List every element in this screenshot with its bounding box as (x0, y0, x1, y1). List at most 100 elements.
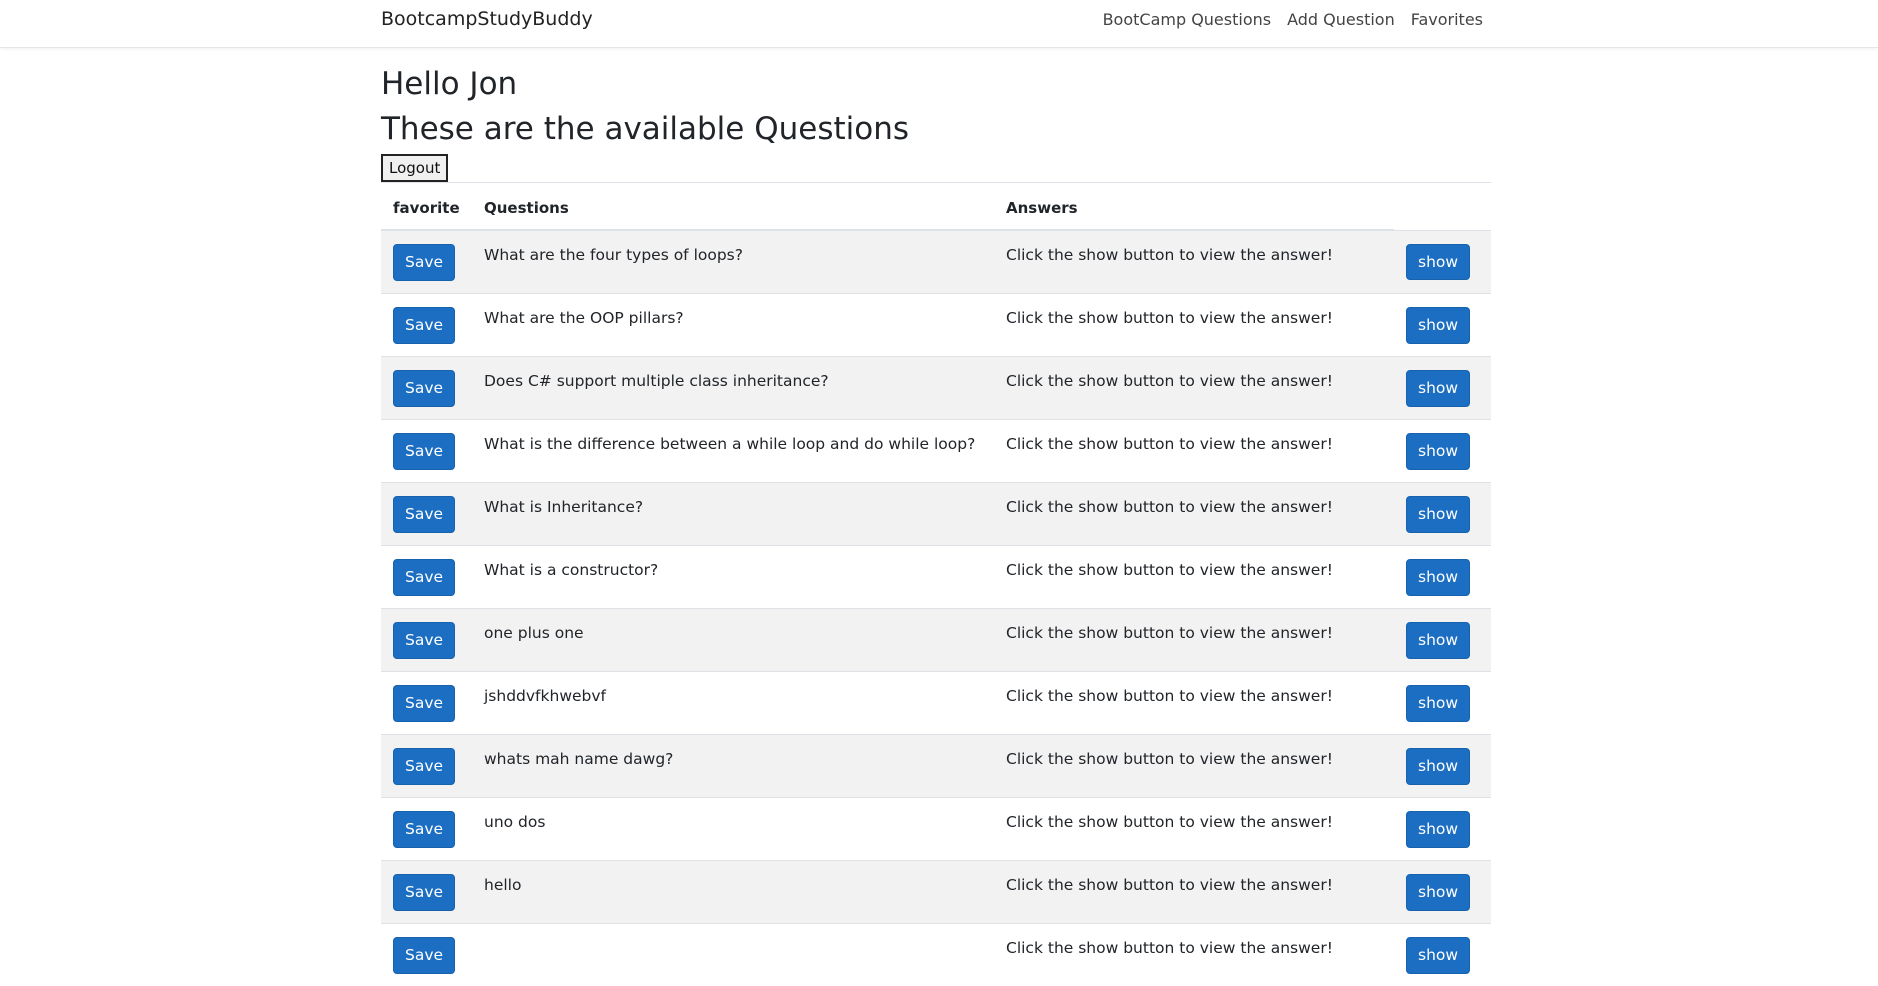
question-text: What are the four types of loops? (472, 229, 994, 294)
question-text: Does C# support multiple class inheritan… (472, 356, 994, 420)
favorite-cell: Save (381, 860, 472, 924)
save-button[interactable]: Save (393, 685, 456, 722)
nav-link-bootcamp-questions[interactable]: BootCamp Questions (1103, 10, 1272, 29)
show-answer-button[interactable]: show (1406, 937, 1471, 974)
show-cell: show (1394, 671, 1491, 735)
header-questions: Questions (472, 182, 994, 232)
question-text: jshddvfkhwebvf (472, 671, 994, 735)
question-text: What are the OOP pillars? (472, 293, 994, 357)
save-button[interactable]: Save (393, 244, 456, 281)
show-cell: show (1394, 608, 1491, 672)
table-row: Save What is a constructor? Click the show… (381, 545, 1491, 609)
show-answer-button[interactable]: show (1406, 370, 1471, 407)
answer-text: Click the show button to view the answer… (994, 923, 1394, 986)
favorite-cell: Save (381, 608, 472, 672)
show-answer-button[interactable]: show (1406, 496, 1471, 533)
save-button[interactable]: Save (393, 307, 456, 344)
save-button[interactable]: Save (393, 874, 456, 911)
show-cell: show (1394, 860, 1491, 924)
header-actions (1394, 183, 1491, 231)
question-text: one plus one (472, 608, 994, 672)
question-text: whats mah name dawg? (472, 734, 994, 798)
save-button[interactable]: Save (393, 622, 456, 659)
show-cell: show (1394, 419, 1491, 483)
answer-text: Click the show button to view the answer… (994, 293, 1394, 357)
save-button[interactable]: Save (393, 370, 456, 407)
answer-text: Click the show button to view the answer… (994, 860, 1394, 924)
table-row: Save What is the difference between a whi… (381, 419, 1491, 483)
answer-text: Click the show button to view the answer… (994, 482, 1394, 546)
nav-link-add-question[interactable]: Add Question (1287, 10, 1395, 29)
favorite-cell: Save (381, 923, 472, 986)
table-row: Save What are the four types of loops? Cli… (381, 229, 1491, 294)
show-answer-button[interactable]: show (1406, 243, 1471, 281)
show-answer-button[interactable]: show (1406, 559, 1471, 596)
show-answer-button[interactable]: show (1406, 433, 1471, 470)
answer-text: Click the show button to view the answer… (994, 797, 1394, 861)
header-answers: Answers (994, 182, 1394, 232)
table-row: Save Does C# support multiple class inher… (381, 356, 1491, 420)
favorite-cell: Save (381, 671, 472, 735)
answer-text: Click the show button to view the answer… (994, 356, 1394, 420)
save-button[interactable]: Save (393, 811, 456, 848)
show-cell: show (1394, 293, 1491, 357)
show-answer-button[interactable]: show (1406, 622, 1471, 659)
nav-link-favorites[interactable]: Favorites (1411, 10, 1483, 29)
answer-text: Click the show button to view the answer… (994, 545, 1394, 609)
show-answer-button[interactable]: show (1406, 811, 1471, 848)
page-title: These are the available Questions (381, 111, 910, 148)
favorite-cell: Save (381, 734, 472, 798)
table-row: Save uno dos Click the show button to view… (381, 797, 1491, 861)
question-text: hello (472, 860, 994, 924)
logout-button[interactable]: Logout (381, 154, 449, 183)
show-answer-button[interactable]: show (1406, 307, 1471, 344)
answer-text: Click the show button to view the answer… (994, 671, 1394, 735)
table-row: Save What is Inheritance? Click the show b… (381, 482, 1491, 546)
favorite-cell: Save (381, 482, 472, 546)
main-content: Hello Jon These are the available Questi… (381, 47, 1491, 986)
answer-text: Click the show button to view the answer… (994, 229, 1394, 294)
favorite-cell: Save (381, 229, 472, 294)
nav-links: BootCamp Questions Add Question Favorite… (1103, 10, 1483, 29)
brand-link[interactable]: BootcampStudyBuddy (381, 8, 593, 30)
show-cell: show (1394, 545, 1491, 609)
table-row: Save Click the show button to view the an… (381, 923, 1491, 986)
show-answer-button[interactable]: show (1406, 748, 1471, 785)
save-button[interactable]: Save (393, 559, 456, 596)
table-row: Save one plus one Click the show button to… (381, 608, 1491, 672)
top-navbar: BootcampStudyBuddy BootCamp Questions Ad… (0, 0, 1878, 48)
favorite-cell: Save (381, 356, 472, 420)
favorite-cell: Save (381, 797, 472, 861)
show-cell: show (1394, 482, 1491, 546)
table-body: Save What are the four types of loops? Cli… (381, 229, 1491, 986)
favorite-cell: Save (381, 419, 472, 483)
question-text: What is the difference between a while l… (472, 419, 994, 483)
save-button[interactable]: Save (393, 496, 456, 533)
answer-text: Click the show button to view the answer… (994, 608, 1394, 672)
show-cell: show (1394, 356, 1491, 420)
table-row: Save whats mah name dawg? Click the show b… (381, 734, 1491, 798)
show-cell: show (1394, 797, 1491, 861)
table-row: Save What are the OOP pillars? Click the s… (381, 293, 1491, 357)
show-cell: show (1394, 923, 1491, 986)
question-text: What is Inheritance? (472, 482, 994, 546)
save-button[interactable]: Save (393, 748, 456, 785)
answer-text: Click the show button to view the answer… (994, 734, 1394, 798)
answer-text: Click the show button to view the answer… (994, 419, 1394, 483)
header-favorite: favorite (381, 182, 472, 232)
questions-table: favorite Questions Answers Save What are … (381, 182, 1491, 986)
table-row: Save jshddvfkhwebvf Click the show button … (381, 671, 1491, 735)
table-row: Save hello Click the show button to view t… (381, 860, 1491, 924)
save-button[interactable]: Save (393, 937, 456, 974)
show-answer-button[interactable]: show (1406, 874, 1471, 911)
favorite-cell: Save (381, 545, 472, 609)
show-cell: show (1394, 734, 1491, 798)
show-cell: show (1394, 229, 1491, 294)
table-header-row: favorite Questions Answers (381, 182, 1491, 232)
question-text: What is a constructor? (472, 545, 994, 609)
save-button[interactable]: Save (393, 433, 456, 470)
question-text (472, 923, 994, 986)
greeting-heading: Hello Jon (381, 66, 518, 102)
question-text: uno dos (472, 797, 994, 861)
show-answer-button[interactable]: show (1406, 685, 1471, 722)
